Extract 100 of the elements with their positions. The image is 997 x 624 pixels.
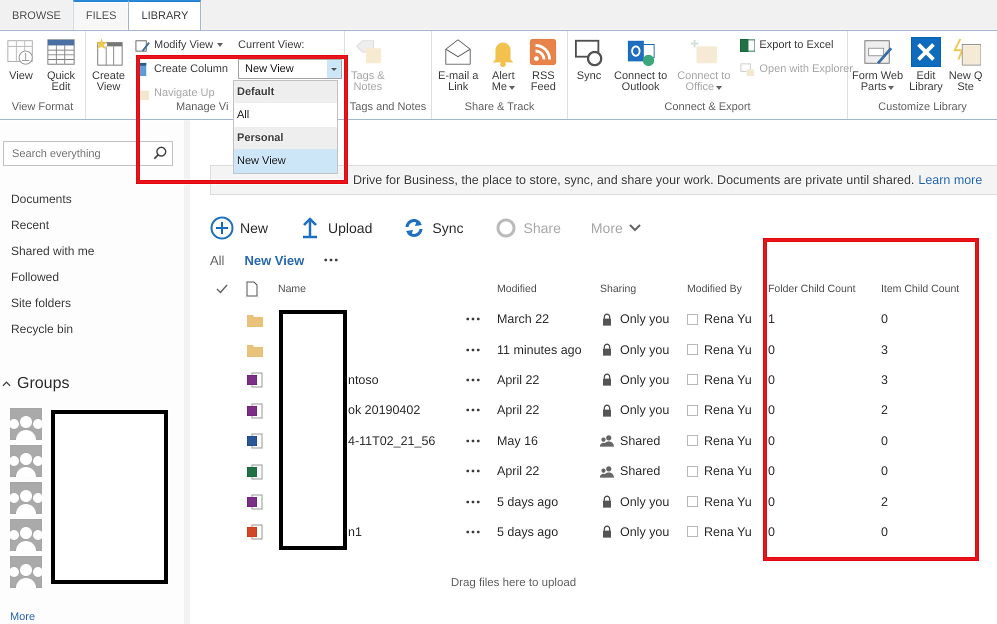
ribbon-button[interactable]: New Q Ste [946, 37, 984, 101]
ribbon-tab[interactable]: LIBRARY [128, 0, 202, 30]
search-icon [153, 146, 167, 160]
table-cell: Rena Yu [704, 312, 752, 326]
ribbon-tab[interactable]: BROWSE [0, 0, 73, 30]
file-name[interactable]: n1 [348, 524, 362, 539]
more-link[interactable]: More [0, 611, 184, 623]
menu-option[interactable]: New View [234, 149, 337, 173]
file-name[interactable]: ntoso [348, 372, 379, 387]
table-cell-text: 0 [768, 464, 776, 478]
command-button[interactable]: Sync [402, 216, 464, 240]
file-name[interactable]: ok 20190402 [348, 403, 420, 418]
menu-heading: Default [234, 81, 337, 103]
table-cell: Rena Yu [704, 372, 752, 387]
table-cell-text: 0 [881, 434, 889, 448]
ribbon-button[interactable]: E-mail a Link [434, 37, 482, 101]
envelope-icon [443, 37, 474, 67]
chevron-icon [628, 224, 641, 232]
square-icon [687, 404, 698, 416]
group-label: Connect & Export [664, 101, 751, 115]
document-icon [246, 281, 258, 297]
table-cell: Only you [620, 372, 670, 387]
ribbon-button[interactable]: Sync [570, 37, 608, 101]
table-cell-text: 5 days ago [497, 494, 560, 509]
more-icon[interactable] [466, 438, 480, 443]
table-icon [46, 37, 76, 67]
document-icon [246, 432, 263, 450]
nav-link[interactable]: Documents [0, 186, 184, 212]
notebook-icon [246, 493, 263, 510]
group-label: Customize Library [878, 101, 967, 115]
ribbon-button[interactable]: Quick Edit [42, 37, 80, 101]
caret-icon [888, 86, 894, 90]
more-icon[interactable] [466, 317, 480, 322]
view-dropdown[interactable]: New View [238, 59, 342, 79]
ribbon-button[interactable]: Modify View [135, 37, 228, 53]
column-header[interactable]: Name [278, 283, 466, 295]
ribbon-button[interactable]: Alert Me [484, 37, 522, 101]
square-icon [687, 344, 698, 356]
more-icon[interactable] [466, 469, 480, 474]
more-icon[interactable] [466, 500, 480, 504]
table-cell: Only you [620, 494, 670, 509]
more-icon[interactable] [466, 408, 480, 412]
nav-link[interactable]: Shared with me [0, 238, 184, 264]
table-cell-text: 0 [768, 524, 776, 539]
table-cell-text: 0 [768, 494, 776, 509]
ribbon-button[interactable]: Create Column [135, 61, 228, 77]
more-icon[interactable] [466, 530, 480, 534]
square-icon [687, 496, 698, 508]
file-name[interactable]: 4-11T02_21_56 [348, 434, 436, 448]
column-header[interactable]: Item Child Count [881, 283, 971, 295]
nav-link[interactable]: Recent [0, 212, 184, 238]
more-icon[interactable] [466, 378, 480, 382]
column-header[interactable]: Modified [497, 283, 600, 295]
group-label: Share & Track [464, 101, 534, 115]
command-button[interactable]: Upload [298, 216, 372, 240]
table-cell-text: 0 [881, 464, 889, 478]
box-icon [950, 37, 981, 67]
column-header[interactable]: Modified By [687, 283, 768, 295]
table-cell: Rena Yu [704, 403, 752, 418]
command-button[interactable]: New [210, 216, 268, 240]
more-icon[interactable] [466, 348, 480, 352]
caret-icon [716, 86, 722, 90]
table-cell-text: 0 [768, 434, 776, 448]
column-header[interactable]: Folder Child Count [768, 283, 881, 295]
table-cell: Rena Yu [704, 342, 752, 357]
group-label: Tags and Notes [350, 101, 426, 115]
ribbon-button[interactable]: RSS Feed [524, 37, 562, 101]
view-tab[interactable]: New View [244, 252, 304, 268]
menu-option[interactable]: All [234, 103, 337, 127]
sync-icon [574, 37, 604, 67]
ribbon-button[interactable]: View [2, 37, 40, 101]
ribbon-button[interactable]: Export to Excel [740, 37, 853, 53]
table-cell-text: 0 [768, 342, 776, 357]
more-icon[interactable] [324, 258, 338, 262]
table-cell-text: 11 minutes ago [497, 342, 583, 357]
rss-icon [528, 37, 558, 67]
nav-link[interactable]: Followed [0, 264, 184, 290]
drop-hint: Drag files here to upload [450, 577, 578, 590]
group-label: View Format [12, 101, 74, 115]
table-cell-text: 1 [768, 312, 776, 326]
table-cell-text: April 22 [497, 372, 540, 387]
table-cell: Rena Yu [704, 524, 752, 539]
column-header[interactable]: Sharing [600, 283, 687, 295]
plus-icon [210, 216, 234, 240]
notebook-icon [246, 371, 263, 388]
groups-header[interactable]: Groups [0, 372, 184, 396]
square-icon [687, 374, 698, 386]
learn-more-link[interactable]: Learn more [918, 173, 982, 187]
nav-link[interactable]: Site folders [0, 290, 184, 316]
nav-link[interactable]: Recycle bin [0, 316, 184, 342]
ribbon-button[interactable]: Create View [88, 37, 130, 101]
table-cell: Only you [620, 342, 670, 357]
ribbon-button[interactable]: Edit Library [907, 37, 945, 101]
monitor-icon [740, 62, 756, 76]
ribbon-button[interactable]: Connect to Outlook [610, 37, 672, 101]
check-icon[interactable] [216, 284, 228, 294]
ribbon-tab[interactable]: FILES [72, 0, 128, 30]
search-field[interactable]: Search everything [3, 141, 173, 166]
table-cell-text: 2 [881, 494, 889, 509]
view-tab[interactable]: All [210, 252, 224, 268]
